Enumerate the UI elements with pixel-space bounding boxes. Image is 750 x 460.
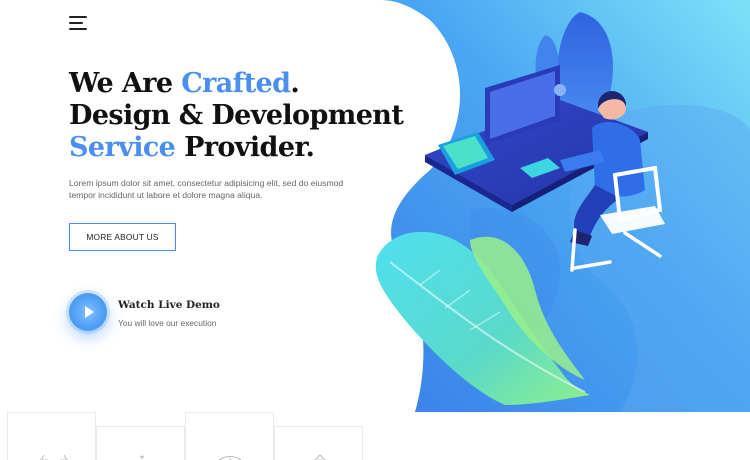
shield-icon xyxy=(314,454,326,460)
hero-description: Lorem ipsum dolor sit amet, consectetur … xyxy=(69,178,344,200)
feature-card[interactable] xyxy=(185,412,274,460)
headline-prefix: We Are xyxy=(69,68,182,99)
code-icon xyxy=(140,455,144,459)
headline-line-2: Design & Development xyxy=(69,100,404,131)
feature-card[interactable] xyxy=(7,412,96,460)
watch-demo-title[interactable]: Watch Live Demo xyxy=(118,299,220,311)
developer-at-computer-illustration xyxy=(375,0,750,412)
hero-headline: We Are Crafted. Design & Development Ser… xyxy=(69,68,404,164)
laptop-icon xyxy=(40,454,68,460)
headline-line-1: We Are Crafted. xyxy=(69,68,403,100)
gauge-icon xyxy=(218,456,242,460)
feature-card[interactable] xyxy=(274,426,363,460)
headline-accent-word: Crafted xyxy=(181,68,291,99)
more-about-us-button[interactable]: MORE ABOUT US xyxy=(69,223,176,251)
watch-demo-play-button[interactable] xyxy=(69,293,107,331)
headline-provider: Provider. xyxy=(175,132,315,163)
headline-period: . xyxy=(290,68,300,99)
watch-demo-subtitle: You will love our execution xyxy=(118,318,217,328)
headline-accent-service: Service xyxy=(69,132,176,163)
play-icon xyxy=(85,306,94,318)
feature-card[interactable] xyxy=(96,426,185,460)
headline-line-3: Service Provider. xyxy=(69,132,403,164)
